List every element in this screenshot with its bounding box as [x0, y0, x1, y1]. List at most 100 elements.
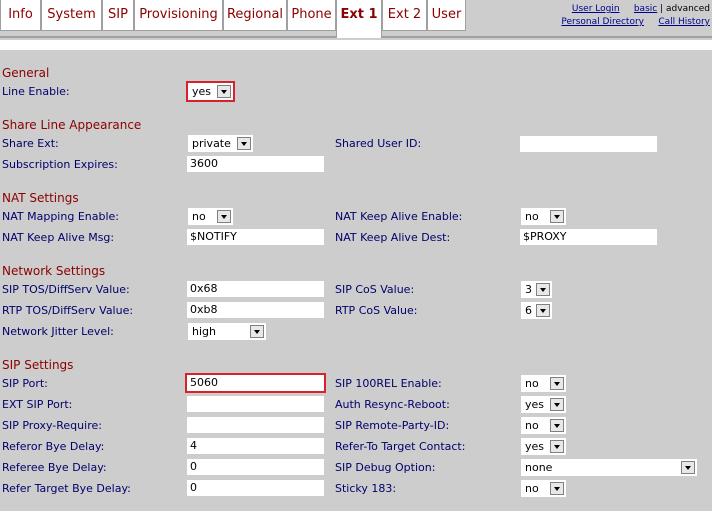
nat-mapping-enable-select[interactable]: no	[188, 208, 233, 225]
section-sip: SIP Settings	[2, 358, 74, 372]
sip-remote-party-select[interactable]: no	[521, 417, 566, 434]
chevron-down-icon	[250, 325, 264, 338]
referor-bye-delay-input[interactable]: 4	[187, 438, 324, 454]
sip-debug-value: none	[525, 461, 553, 474]
sip-remote-party-label: SIP Remote-Party-ID:	[335, 419, 450, 432]
sip-tos-input[interactable]: 0x68	[187, 281, 324, 297]
personal-directory-link[interactable]: Personal Directory	[561, 17, 644, 27]
sip-tos-label: SIP TOS/DiffServ Value:	[2, 283, 130, 296]
content-header-band	[0, 40, 712, 50]
sip-100rel-value: no	[525, 377, 539, 390]
shared-user-id-input[interactable]	[520, 136, 657, 152]
network-jitter-value: high	[192, 325, 216, 338]
tab-phone[interactable]: Phone	[287, 0, 336, 31]
sip-cos-select[interactable]: 3	[521, 281, 552, 298]
call-history-link[interactable]: Call History	[658, 17, 710, 27]
tab-bar: Info System SIP Provisioning Regional Ph…	[0, 0, 712, 38]
rtp-tos-input[interactable]: 0xb8	[187, 302, 324, 318]
rtp-cos-label: RTP CoS Value:	[335, 304, 418, 317]
chevron-down-icon	[550, 210, 564, 223]
chevron-down-icon	[217, 85, 231, 98]
subscription-expires-input[interactable]: 3600	[187, 156, 324, 172]
sip-remote-party-value: no	[525, 419, 539, 432]
sticky-183-value: no	[525, 482, 539, 495]
refer-to-target-select[interactable]: yes	[521, 438, 566, 455]
line-enable-value: yes	[192, 85, 212, 98]
chevron-down-icon	[550, 398, 564, 411]
basic-link[interactable]: basic	[634, 4, 657, 14]
top-links: User Login basic | advanced Personal Dir…	[561, 3, 710, 29]
chevron-down-icon	[550, 377, 564, 390]
refer-to-target-label: Refer-To Target Contact:	[335, 440, 466, 453]
sip-port-label: SIP Port:	[2, 377, 48, 390]
auth-resync-label: Auth Resync-Reboot:	[335, 398, 450, 411]
subscription-expires-label: Subscription Expires:	[2, 158, 118, 171]
section-share-line: Share Line Appearance	[2, 118, 142, 132]
chevron-down-icon	[536, 304, 550, 317]
tab-ext-2[interactable]: Ext 2	[382, 0, 427, 31]
shared-user-id-label: Shared User ID:	[335, 137, 422, 150]
chevron-down-icon	[536, 283, 550, 296]
mode-separator: |	[660, 4, 664, 14]
line-enable-label: Line Enable:	[2, 85, 70, 98]
referee-bye-delay-input[interactable]: 0	[187, 459, 324, 475]
user-login-link[interactable]: User Login	[572, 4, 620, 14]
network-jitter-label: Network Jitter Level:	[2, 325, 114, 338]
sip-100rel-select[interactable]: no	[521, 375, 566, 392]
tab-user[interactable]: User	[427, 0, 466, 31]
sticky-183-select[interactable]: no	[521, 480, 566, 497]
chevron-down-icon	[550, 419, 564, 432]
nat-keep-alive-msg-label: NAT Keep Alive Msg:	[2, 231, 115, 244]
advanced-label: advanced	[666, 4, 710, 14]
chevron-down-icon	[217, 210, 231, 223]
tab-provisioning[interactable]: Provisioning	[134, 0, 223, 31]
sip-port-input[interactable]: 5060	[185, 373, 326, 393]
share-ext-label: Share Ext:	[2, 137, 59, 150]
auth-resync-value: yes	[525, 398, 545, 411]
tab-ext-1[interactable]: Ext 1	[336, 0, 382, 38]
refer-to-target-value: yes	[525, 440, 545, 453]
line-enable-select[interactable]: yes	[186, 81, 235, 102]
nat-keep-alive-enable-value: no	[525, 210, 539, 223]
sip-debug-label: SIP Debug Option:	[335, 461, 436, 474]
sip-debug-select[interactable]: none	[521, 459, 697, 476]
ext-sip-port-label: EXT SIP Port:	[2, 398, 73, 411]
network-jitter-select[interactable]: high	[188, 323, 266, 340]
nat-keep-alive-msg-input[interactable]: $NOTIFY	[187, 229, 324, 245]
nat-keep-alive-dest-input[interactable]: $PROXY	[520, 229, 657, 245]
chevron-down-icon	[550, 482, 564, 495]
section-network: Network Settings	[2, 264, 106, 278]
chevron-down-icon	[681, 461, 695, 474]
nat-mapping-enable-label: NAT Mapping Enable:	[2, 210, 119, 223]
nat-keep-alive-dest-label: NAT Keep Alive Dest:	[335, 231, 451, 244]
rtp-cos-value: 6	[525, 304, 532, 317]
nat-mapping-enable-value: no	[192, 210, 206, 223]
sticky-183-label: Sticky 183:	[335, 482, 397, 495]
section-general: General	[2, 66, 50, 80]
tab-sip[interactable]: SIP	[102, 0, 134, 31]
sip-cos-value: 3	[525, 283, 532, 296]
refer-target-bye-delay-input[interactable]: 0	[187, 480, 324, 496]
chevron-down-icon	[237, 137, 251, 150]
section-nat: NAT Settings	[2, 191, 79, 205]
sip-100rel-label: SIP 100REL Enable:	[335, 377, 442, 390]
sip-proxy-require-label: SIP Proxy-Require:	[2, 419, 102, 432]
tab-system[interactable]: System	[41, 0, 102, 31]
rtp-tos-label: RTP TOS/DiffServ Value:	[2, 304, 134, 317]
sip-cos-label: SIP CoS Value:	[335, 283, 415, 296]
tab-regional[interactable]: Regional	[223, 0, 287, 31]
nat-keep-alive-enable-label: NAT Keep Alive Enable:	[335, 210, 463, 223]
chevron-down-icon	[550, 440, 564, 453]
ext-sip-port-input[interactable]	[187, 396, 324, 412]
referee-bye-delay-label: Referee Bye Delay:	[2, 461, 107, 474]
auth-resync-select[interactable]: yes	[521, 396, 566, 413]
share-ext-value: private	[192, 137, 231, 150]
rtp-cos-select[interactable]: 6	[521, 302, 552, 319]
sip-proxy-require-input[interactable]	[187, 417, 324, 433]
ext1-settings-panel: General Line Enable: yes Share Line Appe…	[0, 40, 712, 511]
nat-keep-alive-enable-select[interactable]: no	[521, 208, 566, 225]
referor-bye-delay-label: Referor Bye Delay:	[2, 440, 105, 453]
tab-info[interactable]: Info	[0, 0, 41, 31]
refer-target-bye-delay-label: Refer Target Bye Delay:	[2, 482, 131, 495]
share-ext-select[interactable]: private	[188, 135, 253, 152]
